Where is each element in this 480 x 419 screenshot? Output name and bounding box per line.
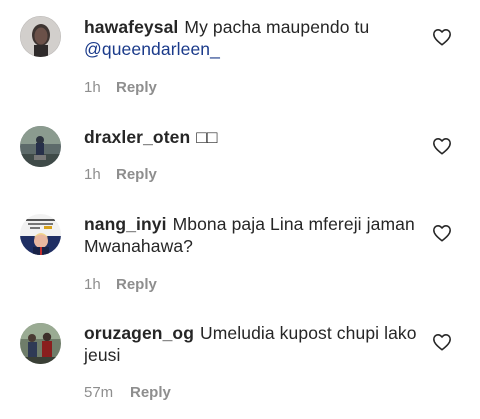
- comment-timestamp: 1h: [84, 276, 101, 293]
- avatar-meme-photo-icon: [20, 214, 61, 255]
- like-button[interactable]: [432, 137, 452, 155]
- comment-username[interactable]: nang_inyi: [84, 214, 167, 234]
- comment-body: hawafeysal My pacha maupendo tu @queendar…: [84, 16, 424, 60]
- comment-meta: 1h Reply: [84, 276, 157, 293]
- reply-button[interactable]: Reply: [116, 166, 157, 183]
- comment-body: draxler_oten □□: [84, 126, 424, 148]
- avatar-woman-photo-icon: [20, 16, 61, 57]
- avatar-man-statue-photo-icon: [20, 126, 61, 167]
- avatar[interactable]: [20, 323, 61, 364]
- comment-username[interactable]: oruzagen_og: [84, 323, 194, 343]
- comment-body: nang_inyi Mbona paja Lina mfereji jaman M…: [84, 213, 424, 257]
- reply-button[interactable]: Reply: [116, 79, 157, 96]
- reply-button[interactable]: Reply: [130, 384, 171, 401]
- comment-meta: 1h Reply: [84, 79, 157, 96]
- reply-button[interactable]: Reply: [116, 276, 157, 293]
- like-button[interactable]: [432, 224, 452, 242]
- comment-body: oruzagen_og Umeludia kupost chupi lako je…: [84, 322, 424, 366]
- comment-username[interactable]: hawafeysal: [84, 17, 178, 37]
- like-button[interactable]: [432, 333, 452, 351]
- comment-username[interactable]: draxler_oten: [84, 127, 190, 147]
- heart-icon: [433, 29, 451, 46]
- comment-meta: 1h Reply: [84, 166, 157, 183]
- avatar[interactable]: [20, 126, 61, 167]
- avatar-group-photo-icon: [20, 323, 61, 364]
- mention-link[interactable]: @queendarleen_: [84, 39, 220, 59]
- comment-timestamp: 57m: [84, 384, 114, 401]
- comment-text: My pacha maupendo tu: [184, 17, 370, 37]
- avatar[interactable]: [20, 214, 61, 255]
- like-button[interactable]: [432, 28, 452, 46]
- heart-icon: [433, 225, 451, 242]
- heart-icon: [433, 138, 451, 155]
- comment-meta: 57m Reply: [84, 384, 171, 401]
- heart-icon: [433, 334, 451, 351]
- comment-text: □□: [196, 127, 218, 147]
- comment-timestamp: 1h: [84, 79, 101, 96]
- avatar[interactable]: [20, 16, 61, 57]
- comment-timestamp: 1h: [84, 166, 101, 183]
